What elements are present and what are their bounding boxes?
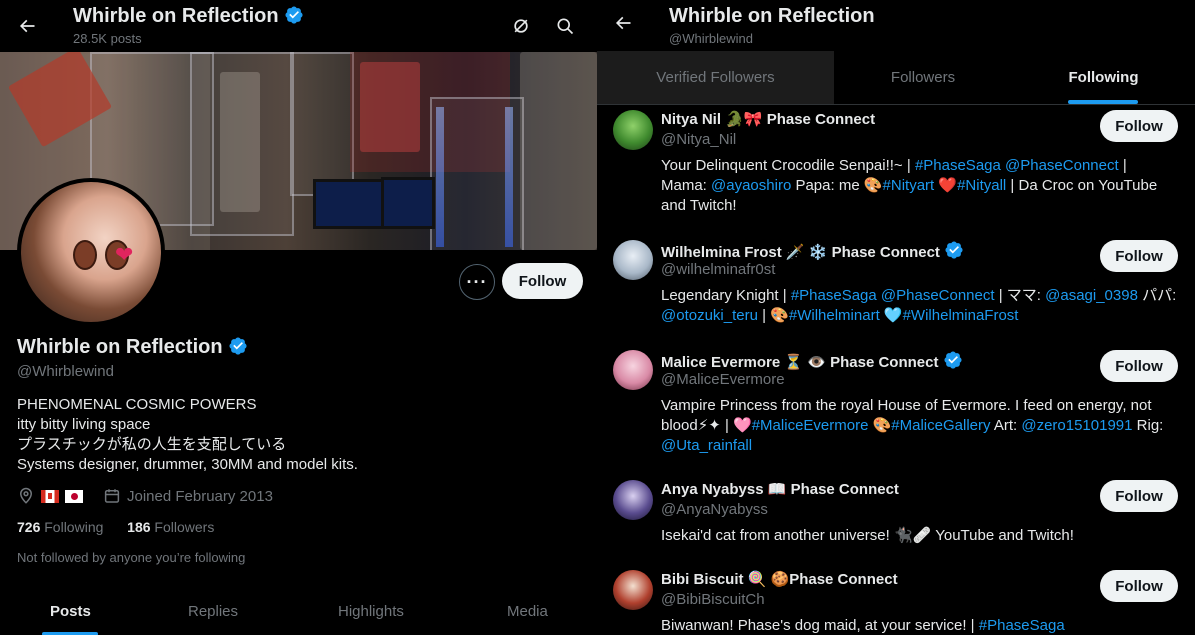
profile-meta: Joined February 2013	[17, 487, 273, 506]
location-pin-icon	[17, 487, 35, 506]
user-avatar[interactable]	[613, 110, 653, 150]
bio-line: Systems designer, drummer, 30MM and mode…	[17, 456, 358, 473]
user-bio: Your Delinquent Crocodile Senpai!!~ | #P…	[661, 157, 1158, 214]
user-handle: @BibiBiscuitCh	[661, 591, 765, 608]
tab-posts[interactable]: Posts	[50, 603, 91, 620]
follow-button[interactable]: Follow	[1100, 570, 1178, 602]
user-display-name[interactable]: Anya Nyabyss 📖 Phase Connect	[661, 480, 899, 498]
tab-followers[interactable]: Followers	[834, 51, 1012, 104]
user-display-name[interactable]: Bibi Biscuit 🍭 🍪Phase Connect	[661, 570, 898, 588]
not-followed-note: Not followed by anyone you’re following	[17, 550, 246, 565]
header-handle: @Whirblewind	[669, 31, 753, 46]
bio-line: itty bitty living space	[17, 416, 151, 433]
user-display-name[interactable]: Nitya Nil 🐊🎀 Phase Connect	[661, 110, 875, 128]
user-avatar[interactable]	[613, 240, 653, 280]
arrow-left-icon	[615, 16, 631, 30]
header-title: Whirble on Reflection	[669, 5, 875, 27]
profile-tabs: Posts Replies Highlights Media	[0, 595, 597, 635]
following-link[interactable]: 726 Following	[17, 519, 103, 535]
follow-button[interactable]: Follow	[1100, 350, 1178, 382]
more-options-button[interactable]: ···	[459, 264, 495, 300]
tab-highlights[interactable]: Highlights	[338, 603, 404, 620]
user-handle: @Nitya_Nil	[661, 131, 737, 148]
follow-button[interactable]: Follow	[1100, 110, 1178, 142]
follow-button[interactable]: Follow	[502, 263, 583, 299]
joined-date: Joined February 2013	[127, 488, 273, 505]
user-bio: Legendary Knight | #PhaseSaga @PhaseConn…	[661, 287, 1177, 324]
follow-tabs: Verified Followers Followers Following	[597, 51, 1195, 105]
profile-header-bar: Whirble on Reflection 28.5K posts	[0, 0, 597, 52]
user-avatar[interactable]	[613, 570, 653, 610]
tab-replies[interactable]: Replies	[188, 603, 238, 620]
user-handle: @AnyaNyabyss	[661, 501, 768, 518]
follow-button[interactable]: Follow	[1100, 480, 1178, 512]
verified-badge-icon	[944, 240, 964, 260]
verified-badge-icon	[228, 336, 248, 356]
active-tab-indicator	[1068, 100, 1138, 104]
japan-flag-icon	[65, 490, 83, 503]
header-title: Whirble on Reflection	[73, 5, 304, 28]
user-bio: Biwanwan! Phase's dog maid, at your serv…	[661, 617, 1065, 634]
followers-link[interactable]: 186 Followers	[127, 519, 214, 535]
follow-button[interactable]: Follow	[1100, 240, 1178, 272]
grok-button[interactable]	[504, 9, 538, 43]
user-avatar[interactable]	[613, 350, 653, 390]
back-button[interactable]	[606, 6, 640, 40]
user-display-name[interactable]: Wilhelmina Frost 🗡️ ❄️ Phase Connect	[661, 240, 964, 261]
user-handle: @MaliceEvermore	[661, 371, 785, 388]
canada-flag-icon	[41, 490, 59, 503]
profile-handle: @Whirblewind	[17, 363, 114, 380]
profile-display-name: Whirble on Reflection	[17, 336, 248, 359]
search-button[interactable]	[548, 9, 582, 43]
user-bio: Isekai'd cat from another universe! 🐈‍⬛🩹…	[661, 527, 1074, 544]
tab-verified-followers[interactable]: Verified Followers	[597, 51, 834, 104]
verified-badge-icon	[284, 5, 304, 25]
user-bio: Vampire Princess from the royal House of…	[661, 397, 1164, 454]
user-avatar[interactable]	[613, 480, 653, 520]
post-count: 28.5K posts	[73, 31, 142, 46]
profile-bio: PHENOMENAL COSMIC POWERS itty bitty livi…	[17, 395, 358, 475]
back-button[interactable]	[10, 9, 44, 43]
bio-line: PHENOMENAL COSMIC POWERS	[17, 396, 257, 413]
tab-media[interactable]: Media	[507, 603, 548, 620]
grok-icon	[514, 19, 528, 33]
search-icon	[557, 18, 574, 35]
user-display-name[interactable]: Malice Evermore ⏳ 👁️ Phase Connect	[661, 350, 963, 371]
profile-avatar[interactable]: ❤	[17, 178, 165, 326]
user-handle: @wilhelminafr0st	[661, 261, 776, 278]
follow-counts: 726 Following 186 Followers	[17, 519, 214, 535]
profile-pane: Whirble on Reflection 28.5K posts ❤ ··· …	[0, 0, 597, 635]
verified-badge-icon	[943, 350, 963, 370]
arrow-left-icon	[19, 19, 35, 33]
following-pane: Whirble on Reflection @Whirblewind Verif…	[597, 0, 1195, 635]
bio-line: プラスチックが私の人生を支配している	[17, 436, 287, 453]
tab-following[interactable]: Following	[1012, 51, 1195, 104]
calendar-icon	[103, 487, 121, 506]
